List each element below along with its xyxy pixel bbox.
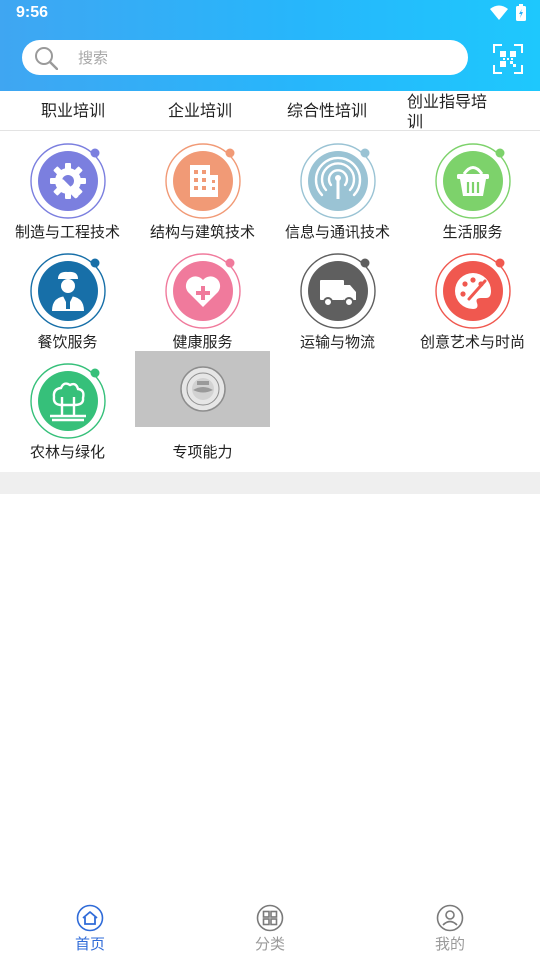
search-input[interactable]: 搜索: [22, 40, 468, 75]
qr-scan-icon[interactable]: [492, 43, 524, 75]
category-label: 健康服务: [172, 333, 233, 351]
status-icons: [490, 4, 526, 21]
category-image-placeholder: [135, 351, 270, 427]
category-logistics[interactable]: 运输与物流: [270, 241, 405, 351]
palette-icon: [435, 253, 511, 329]
category-creative-arts[interactable]: 创意艺术与时尚: [405, 241, 540, 351]
category-label: 制造与工程技术: [14, 223, 120, 241]
category-label: 结构与建筑技术: [149, 223, 255, 241]
building-icon: [165, 143, 241, 219]
category-label: 农林与绿化: [29, 443, 105, 461]
seal-logo-icon: [180, 366, 226, 412]
signal-antenna-icon: [300, 143, 376, 219]
category-label: 信息与通讯技术: [284, 223, 390, 241]
bottom-navigation: 首页 分类 我的: [0, 896, 540, 960]
category-manufacturing[interactable]: 制造与工程技术: [0, 131, 135, 241]
trees-icon: [30, 363, 106, 439]
search-placeholder: 搜索: [78, 49, 109, 67]
category-grid: 制造与工程技术 结构与建筑技术 信息与通讯技术 生活服务 餐饮服务 健康服务 运…: [0, 131, 540, 471]
basket-icon: [435, 143, 511, 219]
category-icon: [256, 904, 284, 932]
tab-entrepreneurship-training[interactable]: 创业指导培训: [407, 92, 493, 131]
category-label: 运输与物流: [299, 333, 375, 351]
status-time: 9:56: [16, 4, 49, 21]
category-construction[interactable]: 结构与建筑技术: [135, 131, 270, 241]
training-tabs: 职业培训 企业培训 综合性培训 创业指导培训: [0, 91, 540, 131]
category-label: 专项能力: [172, 443, 233, 461]
category-life-service[interactable]: 生活服务: [405, 131, 540, 241]
category-catering[interactable]: 餐饮服务: [0, 241, 135, 351]
search-icon: [35, 46, 58, 70]
category-ict[interactable]: 信息与通讯技术: [270, 131, 405, 241]
battery-icon: [516, 4, 526, 21]
category-health[interactable]: 健康服务: [135, 241, 270, 351]
tab-enterprise-training[interactable]: 企业培训: [168, 101, 232, 121]
tools-gear-icon: [30, 143, 106, 219]
app-screen: 9:56 搜索 职业培训 企业培训 综合性培训 创业指导培训 制造与工程技术 结…: [0, 0, 540, 960]
nav-category[interactable]: 分类: [230, 904, 310, 954]
nav-profile-label: 我的: [434, 935, 465, 953]
nav-home[interactable]: 首页: [50, 904, 130, 954]
nav-profile[interactable]: 我的: [410, 904, 490, 954]
category-label: 创意艺术与时尚: [419, 333, 525, 351]
category-label: 生活服务: [442, 223, 503, 241]
tab-vocational-training[interactable]: 职业培训: [41, 101, 105, 121]
profile-icon: [436, 904, 464, 932]
heart-plus-icon: [165, 253, 241, 329]
nav-home-label: 首页: [74, 935, 105, 953]
chef-icon: [30, 253, 106, 329]
category-special-ability[interactable]: 专项能力: [135, 351, 270, 461]
category-agriculture-forestry[interactable]: 农林与绿化: [0, 351, 135, 461]
nav-category-label: 分类: [254, 935, 285, 953]
home-icon: [76, 904, 104, 932]
tab-comprehensive-training[interactable]: 综合性培训: [287, 101, 367, 121]
wifi-icon: [490, 5, 508, 20]
section-divider: [0, 472, 540, 494]
truck-icon: [300, 253, 376, 329]
header-bar: 9:56 搜索: [0, 0, 540, 91]
category-label: 餐饮服务: [37, 333, 98, 351]
